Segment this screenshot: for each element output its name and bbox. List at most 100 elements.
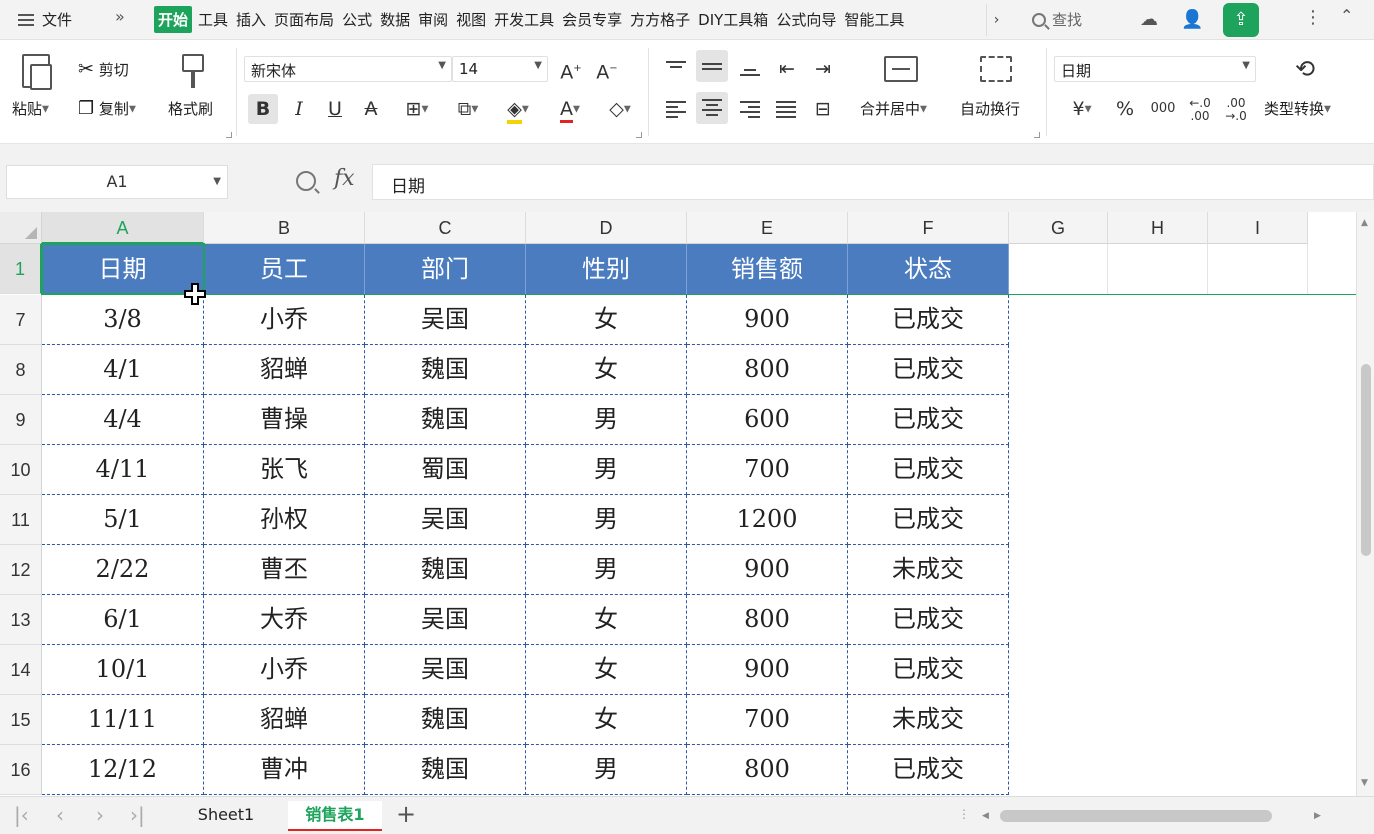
table-cell[interactable]: 蜀国 xyxy=(365,445,526,495)
row-header[interactable]: 10 xyxy=(0,445,42,495)
increase-indent-icon[interactable]: ⇥ xyxy=(808,54,838,84)
row-header[interactable]: 13 xyxy=(0,595,42,645)
share-button[interactable]: ⇪ xyxy=(1223,3,1259,37)
bold-icon[interactable]: B xyxy=(248,94,278,124)
row-header[interactable]: 11 xyxy=(0,495,42,545)
tab-smart-tools[interactable]: 智能工具 xyxy=(842,6,906,33)
table-cell[interactable]: 已成交 xyxy=(848,745,1009,795)
zoom-icon[interactable] xyxy=(296,171,316,191)
formula-input[interactable]: 日期 xyxy=(372,164,1374,200)
last-sheet-icon[interactable]: ›| xyxy=(130,803,145,827)
add-sheet-button[interactable]: + xyxy=(396,800,416,828)
tab-tools[interactable]: 工具 xyxy=(196,6,230,33)
table-cell[interactable]: 800 xyxy=(687,745,848,795)
align-middle-icon[interactable] xyxy=(696,50,728,82)
table-cell[interactable]: 900 xyxy=(687,545,848,595)
table-cell[interactable]: 800 xyxy=(687,595,848,645)
cut-button[interactable]: ✂ 剪切 xyxy=(78,58,129,80)
table-cell[interactable]: 男 xyxy=(526,545,687,595)
column-header[interactable]: F xyxy=(848,212,1009,244)
table-cell[interactable]: 大乔 xyxy=(204,595,365,645)
table-cell[interactable]: 已成交 xyxy=(848,295,1009,345)
tab-insert[interactable]: 插入 xyxy=(234,6,268,33)
table-cell[interactable]: 10/1 xyxy=(42,645,204,695)
table-cell[interactable]: 女 xyxy=(526,645,687,695)
clear-format-icon[interactable]: ◇▼ xyxy=(598,94,642,124)
row-header[interactable]: 15 xyxy=(0,695,42,745)
table-cell[interactable]: 已成交 xyxy=(848,345,1009,395)
cloud-icon[interactable]: ☁ xyxy=(1140,9,1158,30)
scroll-left-icon[interactable]: ◀ xyxy=(982,811,989,821)
header-cell[interactable]: 状态 xyxy=(848,244,1009,294)
table-cell[interactable]: 2/22 xyxy=(42,545,204,595)
table-cell[interactable]: 男 xyxy=(526,445,687,495)
table-cell[interactable]: 魏国 xyxy=(365,395,526,445)
table-cell[interactable]: 未成交 xyxy=(848,695,1009,745)
table-cell[interactable]: 6/1 xyxy=(42,595,204,645)
table-cell[interactable]: 900 xyxy=(687,295,848,345)
column-header[interactable]: D xyxy=(526,212,687,244)
table-cell[interactable]: 男 xyxy=(526,745,687,795)
table-cell[interactable]: 已成交 xyxy=(848,395,1009,445)
sheet-tab-sheet1[interactable]: Sheet1 xyxy=(180,801,272,831)
table-cell[interactable]: 吴国 xyxy=(365,295,526,345)
align-bottom-icon[interactable] xyxy=(740,66,760,79)
distributed-icon[interactable]: ⊟ xyxy=(808,94,838,124)
table-cell[interactable]: 张飞 xyxy=(204,445,365,495)
alignment-dialog-launcher[interactable] xyxy=(1034,132,1040,138)
tab-page-layout[interactable]: 页面布局 xyxy=(272,6,336,33)
strikethrough-icon[interactable]: A xyxy=(356,94,386,124)
table-cell[interactable]: 600 xyxy=(687,395,848,445)
underline-icon[interactable]: U xyxy=(320,94,350,124)
percent-icon[interactable]: % xyxy=(1110,94,1140,124)
collapse-ribbon-icon[interactable]: ⌃ xyxy=(1340,6,1353,25)
italic-icon[interactable]: I xyxy=(284,94,314,124)
copy-button[interactable]: ❐ 复制▼ xyxy=(78,98,136,119)
table-cell[interactable]: 男 xyxy=(526,495,687,545)
scroll-up-icon[interactable]: ▲ xyxy=(1361,218,1368,228)
table-cell[interactable]: 魏国 xyxy=(365,695,526,745)
font-size-select[interactable]: 14 ▼ xyxy=(452,56,548,82)
more-options-icon[interactable]: ⋮ xyxy=(1304,7,1322,28)
table-cell[interactable]: 女 xyxy=(526,695,687,745)
table-cell[interactable]: 900 xyxy=(687,645,848,695)
column-header[interactable]: C xyxy=(365,212,526,244)
decrease-indent-icon[interactable]: ⇤ xyxy=(772,54,802,84)
table-cell[interactable]: 800 xyxy=(687,345,848,395)
tab-formula-wizard[interactable]: 公式向导 xyxy=(774,6,838,33)
column-header[interactable]: H xyxy=(1108,212,1208,244)
column-header[interactable]: I xyxy=(1208,212,1308,244)
table-cell[interactable]: 吴国 xyxy=(365,645,526,695)
table-cell[interactable]: 4/1 xyxy=(42,345,204,395)
row-header[interactable]: 16 xyxy=(0,745,42,795)
align-center-icon[interactable] xyxy=(696,92,728,124)
table-cell[interactable]: 700 xyxy=(687,445,848,495)
add-user-icon[interactable]: 👤 xyxy=(1181,9,1203,30)
select-all-button[interactable] xyxy=(0,212,42,244)
increase-font-icon[interactable]: A+ xyxy=(556,54,586,84)
more-tabs-icon[interactable]: » xyxy=(115,7,125,26)
clipboard-dialog-launcher[interactable] xyxy=(226,132,232,138)
tab-view[interactable]: 视图 xyxy=(454,6,488,33)
tab-developer[interactable]: 开发工具 xyxy=(492,6,556,33)
font-dialog-launcher[interactable] xyxy=(636,132,642,138)
tab-review[interactable]: 审阅 xyxy=(416,6,450,33)
table-cell[interactable]: 已成交 xyxy=(848,645,1009,695)
currency-icon[interactable]: ¥▼ xyxy=(1060,94,1104,124)
table-cell[interactable]: 女 xyxy=(526,595,687,645)
table-cell[interactable]: 曹操 xyxy=(204,395,365,445)
row-header[interactable]: 12 xyxy=(0,545,42,595)
table-cell[interactable]: 曹丕 xyxy=(204,545,365,595)
fill-color-icon[interactable]: ◈▼ xyxy=(496,94,540,124)
table-cell[interactable]: 已成交 xyxy=(848,595,1009,645)
table-cell[interactable]: 11/11 xyxy=(42,695,204,745)
table-cell[interactable]: 已成交 xyxy=(848,445,1009,495)
row-header[interactable]: 7 xyxy=(0,295,42,345)
font-color-icon[interactable]: A▼ xyxy=(548,94,592,124)
justify-icon[interactable] xyxy=(776,98,796,121)
header-cell[interactable]: 性别 xyxy=(526,244,687,294)
table-cell[interactable]: 魏国 xyxy=(365,745,526,795)
table-cell[interactable]: 小乔 xyxy=(204,645,365,695)
tab-data[interactable]: 数据 xyxy=(378,6,412,33)
file-menu[interactable]: 文件 xyxy=(18,9,72,30)
